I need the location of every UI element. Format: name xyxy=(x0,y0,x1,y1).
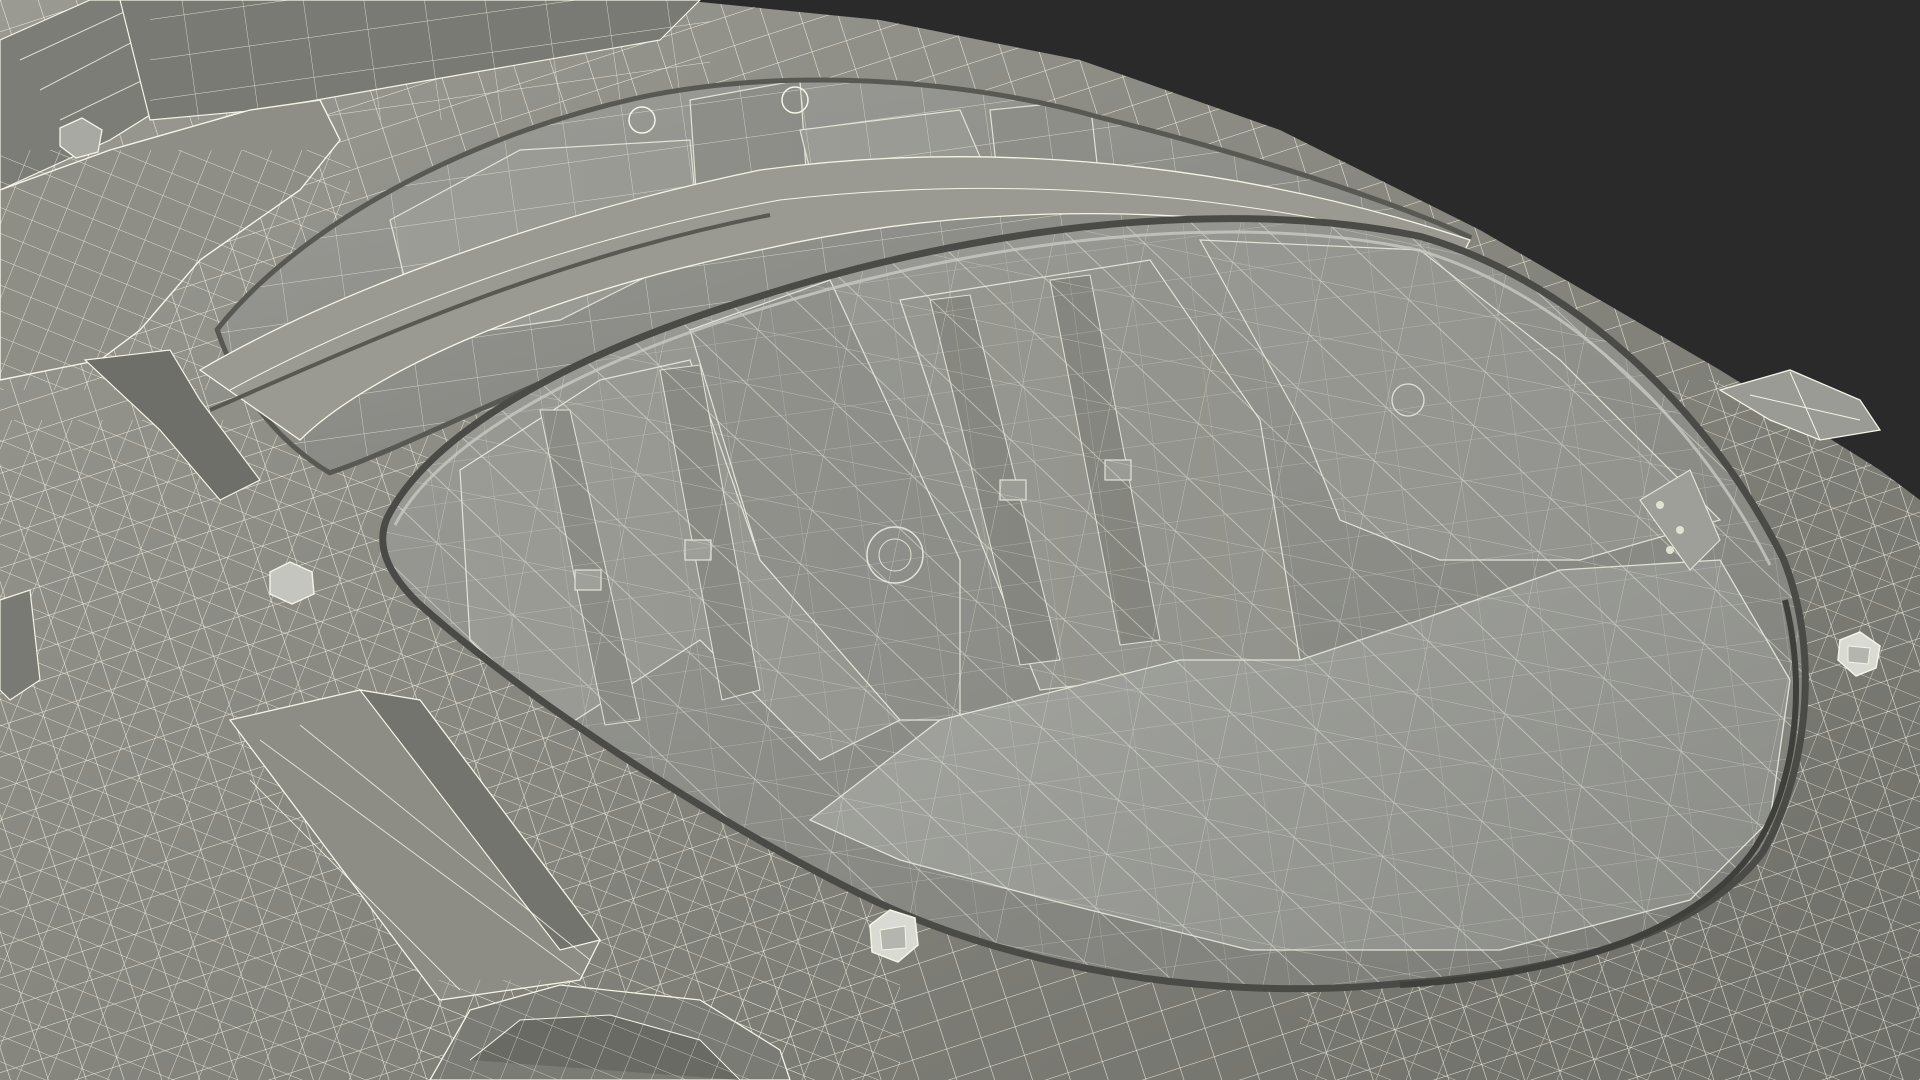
lower-porthole xyxy=(420,980,800,1080)
render-viewport xyxy=(0,0,1920,1080)
wireframe-render xyxy=(0,0,1920,1080)
